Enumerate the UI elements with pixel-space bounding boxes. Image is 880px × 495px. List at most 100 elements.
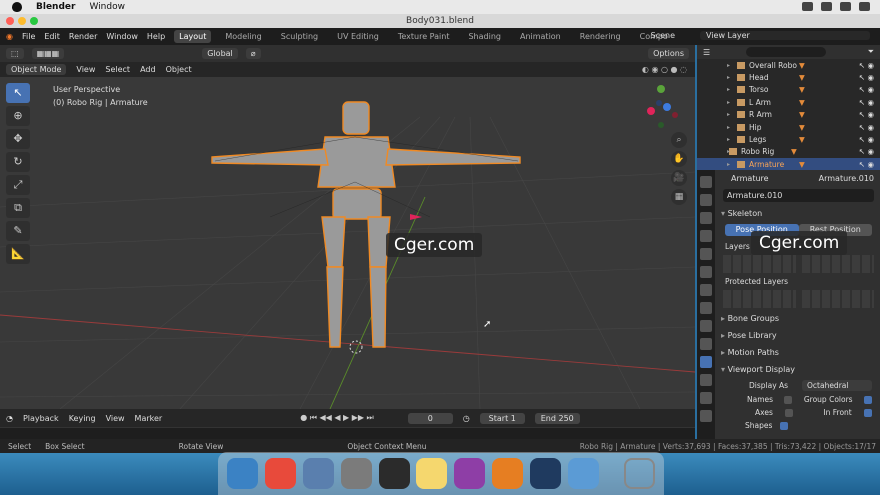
transform-orientation[interactable]: Global <box>202 48 238 59</box>
group-colors-checkbox[interactable] <box>863 395 872 404</box>
menu-keying[interactable]: Keying <box>69 414 96 423</box>
screen-recorder-icon[interactable] <box>454 458 486 489</box>
filter-icon[interactable]: ⏷ <box>868 47 874 57</box>
outliner-item[interactable]: ▸ L Arm ▼ ↖ ◉ <box>697 96 880 108</box>
tab-layout[interactable]: Layout <box>174 30 212 43</box>
output-tab-icon[interactable] <box>700 212 712 224</box>
mac-menu-window[interactable]: Window <box>89 2 125 12</box>
apple-icon[interactable] <box>12 2 22 12</box>
display-as-dropdown[interactable]: Octahedral <box>802 380 872 391</box>
outliner-item[interactable]: ▸ R Arm ▼ ↖ ◉ <box>697 109 880 121</box>
expand-triangle-icon[interactable]: ▸ <box>727 99 730 106</box>
transform-tool[interactable]: ⧉ <box>6 198 30 218</box>
render-tab-icon[interactable] <box>700 194 712 206</box>
annotate-tool[interactable]: ✎ <box>6 221 30 241</box>
outliner-item[interactable]: ▸ Overall Robo ▼ ↖ ◉ <box>697 59 880 71</box>
tool-tab-icon[interactable] <box>700 176 712 188</box>
playback-controls[interactable]: ● ⏮ ◀◀ ◀ ▶ ▶▶ ⏭ <box>300 413 374 423</box>
search-icon[interactable] <box>840 2 851 11</box>
tab-shading[interactable]: Shading <box>463 30 506 43</box>
select-box-tool[interactable]: ↖ <box>6 83 30 103</box>
snap-icon[interactable]: ⌀ <box>245 48 261 59</box>
close-icon[interactable] <box>6 17 14 25</box>
tab-rendering[interactable]: Rendering <box>575 30 626 43</box>
visibility-icon[interactable]: ↖ ◉ <box>859 110 874 119</box>
in-front-checkbox[interactable] <box>864 408 872 417</box>
expand-triangle-icon[interactable]: ▸ <box>727 148 730 155</box>
minimize-icon[interactable] <box>18 17 26 25</box>
axes-checkbox[interactable] <box>785 408 794 417</box>
end-frame[interactable]: End 250 <box>534 412 580 424</box>
launchpad-icon[interactable] <box>303 458 335 489</box>
visibility-icon[interactable]: ↖ ◉ <box>859 73 874 82</box>
menu-object[interactable]: Object <box>166 65 192 74</box>
visibility-icon[interactable]: ↖ ◉ <box>859 98 874 107</box>
menu-add[interactable]: Add <box>140 65 156 74</box>
outliner-item[interactable]: ▸ Robo Rig ▼ ↖ ◉ <box>697 146 880 158</box>
zoom-icon[interactable]: ⌕ <box>671 132 687 148</box>
visibility-icon[interactable]: ↖ ◉ <box>859 85 874 94</box>
tab-uv-editing[interactable]: UV Editing <box>332 30 384 43</box>
grid-icon[interactable]: ▦ <box>671 189 687 205</box>
chrome-icon[interactable] <box>265 458 297 489</box>
pose-library-panel[interactable]: Pose Library <box>717 327 880 344</box>
tab-texture-paint[interactable]: Texture Paint <box>393 30 455 43</box>
menu-render[interactable]: Render <box>69 32 97 41</box>
mode-selector[interactable]: Object Mode <box>6 64 67 75</box>
timeline-ruler[interactable] <box>0 427 695 439</box>
app-menu-blender[interactable]: Blender <box>36 2 75 12</box>
visibility-icon[interactable]: ↖ ◉ <box>859 123 874 132</box>
viewport-display-panel[interactable]: Viewport Display <box>717 361 880 378</box>
timeline-editor-icon[interactable]: ◔ <box>6 414 13 423</box>
3d-viewport[interactable]: ↖ ⊕ ✥ ↻ ⤢ ⧉ ✎ 📐 User Perspective (0) Rob… <box>0 77 695 409</box>
scene-selector[interactable]: Scene <box>651 31 675 40</box>
outliner-editor-icon[interactable]: ☰ <box>703 48 710 57</box>
expand-triangle-icon[interactable]: ▸ <box>727 62 730 69</box>
menu-edit[interactable]: Edit <box>44 32 60 41</box>
texture-tab-icon[interactable] <box>700 410 712 422</box>
tab-modeling[interactable]: Modeling <box>220 30 266 43</box>
outliner-item[interactable]: ▸ Hip ▼ ↖ ◉ <box>697 121 880 133</box>
move-tool[interactable]: ✥ <box>6 129 30 149</box>
constraint-tab-icon[interactable] <box>700 338 712 350</box>
bone-constraint-tab-icon[interactable] <box>700 392 712 404</box>
visibility-icon[interactable]: ↖ ◉ <box>859 160 874 169</box>
system-preferences-icon[interactable] <box>340 458 372 489</box>
layers-grid[interactable] <box>723 255 874 273</box>
menu-playback[interactable]: Playback <box>23 414 59 423</box>
tab-animation[interactable]: Animation <box>515 30 566 43</box>
battery-icon[interactable] <box>821 2 832 11</box>
trash-icon[interactable] <box>623 458 655 489</box>
armature-data-tab-icon[interactable] <box>700 356 712 368</box>
options-button[interactable]: Options <box>648 48 689 59</box>
preview-icon[interactable] <box>567 458 599 489</box>
skeleton-panel[interactable]: Skeleton <box>717 205 880 222</box>
armature-name-field[interactable]: Armature.010 <box>723 189 874 202</box>
object-tab-icon[interactable] <box>700 284 712 296</box>
visibility-icon[interactable]: ↖ ◉ <box>859 61 874 70</box>
expand-triangle-icon[interactable]: ▸ <box>727 86 730 93</box>
outliner-item[interactable]: ▸ Torso ▼ ↖ ◉ <box>697 84 880 96</box>
select-mode-icons[interactable]: ▦▦▦ <box>31 48 65 59</box>
control-center-icon[interactable] <box>859 2 870 11</box>
visibility-icon[interactable]: ↖ ◉ <box>859 135 874 144</box>
motion-paths-panel[interactable]: Motion Paths <box>717 344 880 361</box>
scale-tool[interactable]: ⤢ <box>6 175 30 195</box>
modifier-tab-icon[interactable] <box>700 302 712 314</box>
notes-icon[interactable] <box>416 458 448 489</box>
blender-icon[interactable] <box>492 458 524 489</box>
protected-layers-grid[interactable] <box>723 290 874 308</box>
menu-timeline-view[interactable]: View <box>106 414 125 423</box>
camera-icon[interactable]: 🎥 <box>671 170 687 186</box>
cursor-tool[interactable]: ⊕ <box>6 106 30 126</box>
expand-triangle-icon[interactable]: ▸ <box>727 74 730 81</box>
scene-tab-icon[interactable] <box>700 248 712 260</box>
menu-file[interactable]: File <box>22 32 35 41</box>
world-tab-icon[interactable] <box>700 266 712 278</box>
zoom-icon[interactable] <box>30 17 38 25</box>
wifi-icon[interactable] <box>802 2 813 11</box>
expand-triangle-icon[interactable]: ▸ <box>727 136 730 143</box>
finder-icon[interactable] <box>227 458 259 489</box>
tab-sculpting[interactable]: Sculpting <box>276 30 323 43</box>
outliner-item[interactable]: ▸ Legs ▼ ↖ ◉ <box>697 133 880 145</box>
